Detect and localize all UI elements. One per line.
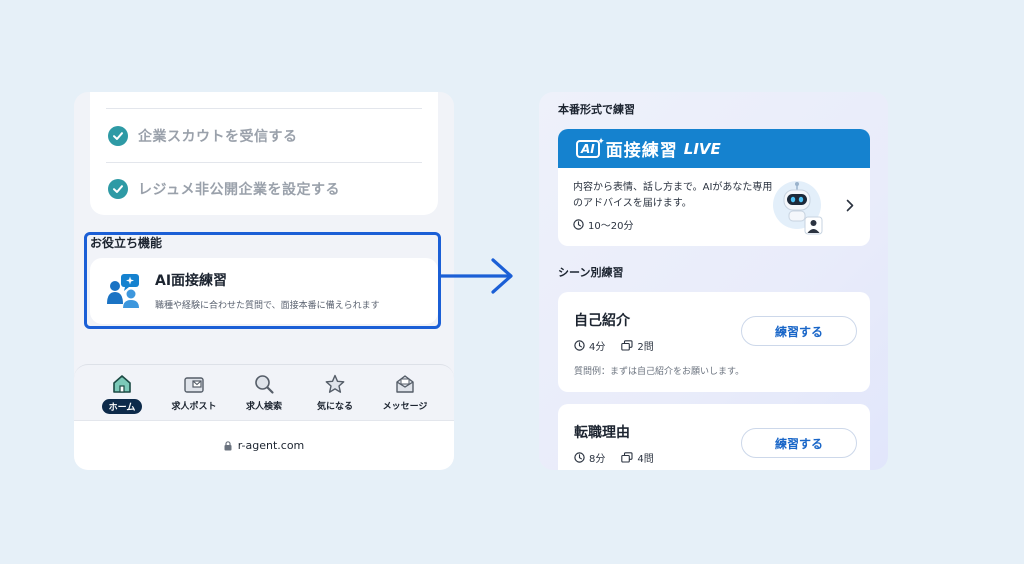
live-interview-card[interactable]: AI ✦ 面接練習 LIVE 内容から表情、話し方まで。AIがあなた専用のアドバイ… xyxy=(558,129,870,246)
scene-meta: 4分 2問 xyxy=(574,338,654,353)
check-icon xyxy=(108,126,128,146)
tab-job-post[interactable]: 求人ポスト xyxy=(159,373,229,412)
ai-card-description: 職種や経験に合わせた質問で、面接本番に備えられます xyxy=(155,301,380,311)
section-title-live: 本番形式で練習 xyxy=(558,103,635,116)
ai-interview-card[interactable]: AI面接練習 職種や経験に合わせた質問で、面接本番に備えられます xyxy=(90,258,438,324)
arrow-right-icon xyxy=(441,258,513,294)
tab-home[interactable]: ホーム xyxy=(87,373,157,414)
live-card-description: 内容から表情、話し方まで。AIがあなた専用のアドバイスを届けます。 xyxy=(573,182,773,209)
live-card-title: 面接練習 xyxy=(605,141,678,161)
checklist-label: レジュメ非公開企業を設定する xyxy=(138,182,341,198)
tab-favorites[interactable]: 気になる xyxy=(300,373,370,412)
scene-title: 自己紹介 xyxy=(574,313,630,329)
clock-icon xyxy=(573,219,584,230)
scene-question-example: 質問例：まずは自己紹介をお願いします。 xyxy=(574,367,745,377)
lock-icon xyxy=(224,440,232,450)
scene-meta: 8分 4問 xyxy=(574,450,654,465)
left-phone-screen: 企業スカウトを受信する レジュメ非公開企業を設定する お役立ち機能 AI面接練習… xyxy=(74,92,454,470)
scene-title: 転職理由 xyxy=(574,425,630,441)
ai-interview-icon xyxy=(107,274,139,308)
questions-icon xyxy=(621,452,633,463)
tab-label: 求人ポスト xyxy=(171,402,217,412)
home-icon xyxy=(113,375,131,393)
scene-card-reason: 転職理由 8分 4問 練習する xyxy=(558,404,870,470)
address-bar[interactable]: r-agent.com xyxy=(74,420,454,470)
divider xyxy=(106,108,422,109)
tab-label: 気になる xyxy=(316,402,353,412)
checklist-item[interactable]: レジュメ非公開企業を設定する xyxy=(108,179,340,199)
tab-label: メッセージ xyxy=(382,402,428,412)
tab-label: ホーム xyxy=(101,399,143,414)
live-card-time: 10〜20分 xyxy=(573,217,633,232)
robot-illustration-icon xyxy=(773,181,823,235)
ai-card-title: AI面接練習 xyxy=(155,273,228,289)
check-icon xyxy=(108,179,128,199)
star-icon xyxy=(325,374,345,393)
mailbox-icon xyxy=(184,377,204,393)
tab-job-search[interactable]: 求人検索 xyxy=(229,373,299,412)
message-icon xyxy=(396,375,414,393)
section-title: お役立ち機能 xyxy=(90,236,163,250)
bottom-tab-bar: ホーム 求人ポスト 求人検索 気になる メッセージ xyxy=(74,364,454,420)
practice-button[interactable]: 練習する xyxy=(741,316,857,346)
tab-label: 求人検索 xyxy=(245,402,282,412)
checklist-item[interactable]: 企業スカウトを受信する xyxy=(108,126,298,146)
practice-button[interactable]: 練習する xyxy=(741,428,857,458)
right-panel-screen: 本番形式で練習 AI ✦ 面接練習 LIVE 内容から表情、話し方まで。AIがあな… xyxy=(539,92,888,470)
sparkle-icon: ✦ xyxy=(597,136,605,147)
scene-card-self-intro: 自己紹介 4分 2問 質問例：まずは自己紹介をお願いします。 練習する xyxy=(558,292,870,392)
checklist-card: 企業スカウトを受信する レジュメ非公開企業を設定する xyxy=(90,92,438,215)
tab-messages[interactable]: メッセージ xyxy=(370,373,440,412)
live-card-header: AI ✦ 面接練習 LIVE xyxy=(558,129,870,168)
live-card-subtitle: LIVE xyxy=(683,139,721,158)
clock-icon xyxy=(574,452,585,463)
divider xyxy=(106,162,422,163)
chevron-right-icon[interactable] xyxy=(846,199,854,212)
search-icon xyxy=(255,375,274,394)
ai-badge: AI ✦ xyxy=(576,137,605,158)
url-text: r-agent.com xyxy=(237,439,305,452)
clock-icon xyxy=(574,340,585,351)
section-title-scene: シーン別練習 xyxy=(558,266,624,279)
questions-icon xyxy=(621,340,633,351)
checklist-label: 企業スカウトを受信する xyxy=(138,129,298,145)
